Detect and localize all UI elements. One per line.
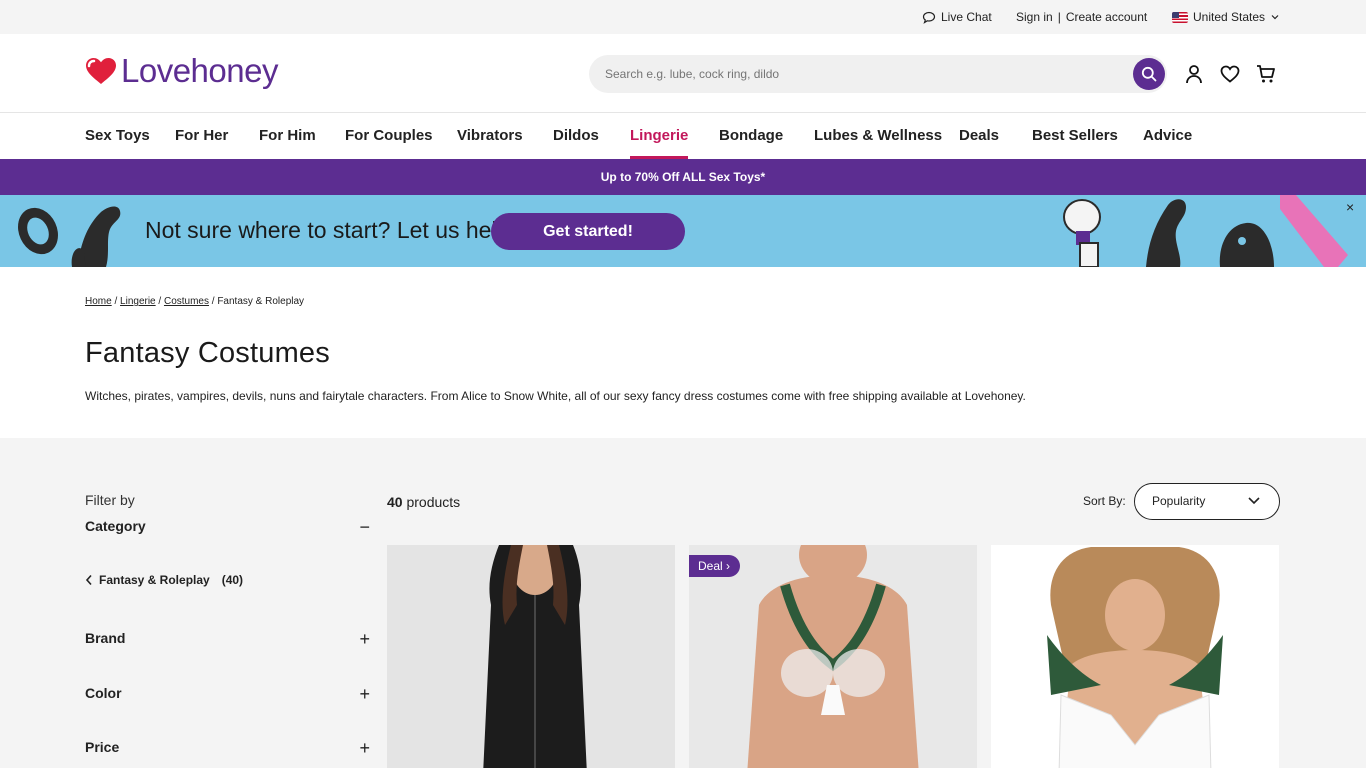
product-image xyxy=(689,545,977,768)
facet-price-label: Price xyxy=(85,739,120,755)
chat-bubble-icon xyxy=(922,11,936,24)
live-chat-label: Live Chat xyxy=(941,10,992,24)
nav-vibrators[interactable]: Vibrators xyxy=(457,127,523,144)
search-button[interactable] xyxy=(1133,58,1165,90)
nav-best-sellers[interactable]: Best Sellers xyxy=(1032,127,1118,144)
country-label: United States xyxy=(1193,10,1266,24)
filter-heading: Filter by xyxy=(85,492,135,508)
nav-for-her[interactable]: For Her xyxy=(175,127,228,144)
nav-deals[interactable]: Deals xyxy=(959,127,999,144)
chevron-left-icon xyxy=(85,574,92,586)
chevron-right-icon: › xyxy=(726,559,731,573)
live-chat-link[interactable]: Live Chat xyxy=(922,10,992,24)
breadcrumb-current: Fantasy & Roleplay xyxy=(217,296,305,307)
deal-badge[interactable]: Deal › xyxy=(689,555,741,577)
heart-icon xyxy=(1220,65,1240,83)
nav-sex-toys[interactable]: Sex Toys xyxy=(85,127,150,144)
site-header: Lovehoney xyxy=(0,34,1366,113)
account-links: Sign in | Create account xyxy=(1016,10,1147,24)
facet-color[interactable]: Color + xyxy=(85,684,370,704)
sort-value: Popularity xyxy=(1152,494,1206,508)
product-image xyxy=(387,545,675,768)
product-card[interactable] xyxy=(387,545,675,768)
top-utility-bar: Live Chat Sign in | Create account Unite… xyxy=(0,0,1366,34)
facet-price[interactable]: Price + xyxy=(85,738,370,758)
chevron-down-icon xyxy=(1248,497,1260,505)
wishlist-button[interactable] xyxy=(1218,62,1242,86)
nav-for-couples[interactable]: For Couples xyxy=(345,127,433,144)
cart-icon xyxy=(1257,65,1275,83)
breadcrumb-costumes[interactable]: Costumes xyxy=(164,296,209,307)
facet-brand[interactable]: Brand + xyxy=(85,629,370,649)
expand-icon: + xyxy=(359,684,370,704)
product-count-number: 40 xyxy=(387,494,403,510)
sign-in-link[interactable]: Sign in xyxy=(1016,10,1053,24)
breadcrumb-home[interactable]: Home xyxy=(85,296,112,307)
cart-button[interactable] xyxy=(1254,62,1278,86)
product-card[interactable]: Deal › xyxy=(689,545,977,768)
page-description: Witches, pirates, vampires, devils, nuns… xyxy=(85,389,1026,403)
facet-category-label: Category xyxy=(85,518,146,534)
breadcrumb-separator: / xyxy=(158,296,162,307)
account-button[interactable] xyxy=(1182,62,1206,86)
product-count: 40 products xyxy=(387,494,460,510)
chevron-down-icon xyxy=(1271,15,1279,20)
nav-advice[interactable]: Advice xyxy=(1143,127,1192,144)
nav-lingerie[interactable]: Lingerie xyxy=(630,127,689,159)
main-navigation: Sex Toys For Her For Him For Couples Vib… xyxy=(0,113,1366,159)
promo-banner[interactable]: Up to 70% Off ALL Sex Toys* xyxy=(0,159,1366,195)
product-image xyxy=(991,545,1279,768)
product-count-suffix: products xyxy=(406,494,461,510)
close-banner-button[interactable]: × xyxy=(1346,199,1354,215)
lovehoney-logo[interactable]: Lovehoney xyxy=(85,54,278,87)
selected-category-label: Fantasy & Roleplay xyxy=(99,573,210,587)
breadcrumb-separator: / xyxy=(211,296,215,307)
promo-text: Up to 70% Off ALL Sex Toys* xyxy=(600,170,766,184)
country-selector[interactable]: United States xyxy=(1172,10,1280,24)
facet-category[interactable]: Category − xyxy=(85,517,370,537)
expand-icon: + xyxy=(359,738,370,758)
expand-icon: + xyxy=(359,629,370,649)
help-banner: Not sure where to start? Let us help Get… xyxy=(0,195,1366,267)
logo-wordmark: Lovehoney xyxy=(121,52,278,89)
toy-illustration-right xyxy=(1063,195,1348,267)
get-started-button[interactable]: Get started! xyxy=(491,213,685,250)
collapse-icon: − xyxy=(359,517,370,537)
sort-dropdown[interactable]: Popularity xyxy=(1134,483,1280,520)
selected-category-link[interactable]: Fantasy & Roleplay (40) xyxy=(85,573,243,587)
product-listing: Filter by Category − Fantasy & Roleplay … xyxy=(0,438,1366,768)
create-account-link[interactable]: Create account xyxy=(1066,10,1147,24)
deal-badge-label: Deal xyxy=(698,559,723,573)
page-title: Fantasy Costumes xyxy=(85,337,330,369)
nav-bondage[interactable]: Bondage xyxy=(719,127,783,144)
nav-dildos[interactable]: Dildos xyxy=(553,127,599,144)
breadcrumb-lingerie[interactable]: Lingerie xyxy=(120,296,156,307)
account-separator: | xyxy=(1057,10,1061,24)
product-card[interactable] xyxy=(991,545,1279,768)
heart-logo-icon xyxy=(86,57,116,84)
toy-illustration-left xyxy=(18,206,121,267)
selected-category-count: (40) xyxy=(221,573,244,587)
search-bar xyxy=(589,55,1167,93)
help-message: Not sure where to start? Let us help xyxy=(145,217,510,243)
search-input[interactable] xyxy=(605,55,1125,93)
nav-lubes-wellness[interactable]: Lubes & Wellness xyxy=(814,127,942,144)
breadcrumb-separator: / xyxy=(114,296,118,307)
user-icon xyxy=(1186,65,1202,84)
sort-label: Sort By: xyxy=(1083,494,1126,508)
search-icon xyxy=(1141,66,1157,82)
us-flag-icon xyxy=(1172,11,1188,23)
facet-brand-label: Brand xyxy=(85,630,126,646)
breadcrumb: Home / Lingerie / Costumes / Fantasy & R… xyxy=(85,296,304,307)
facet-color-label: Color xyxy=(85,685,122,701)
nav-for-him[interactable]: For Him xyxy=(259,127,316,144)
